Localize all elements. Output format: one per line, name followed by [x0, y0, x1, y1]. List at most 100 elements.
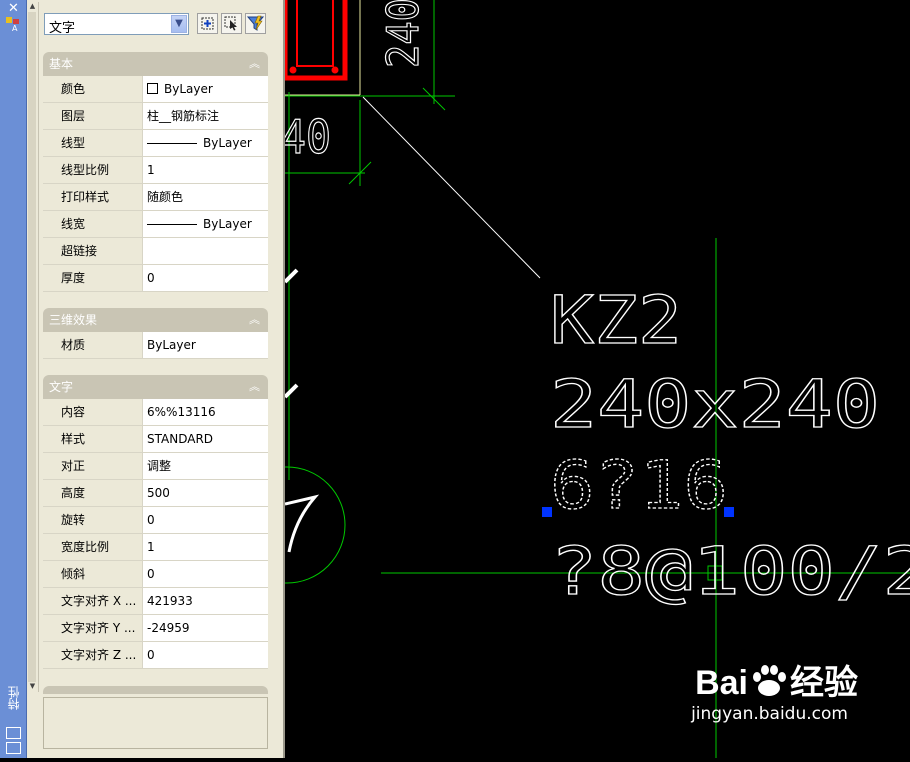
grip-handle[interactable]	[724, 507, 734, 517]
palette-menu-icon[interactable]	[6, 742, 21, 754]
property-row-text-alignment-x[interactable]: 文字对齐 X ... 421933	[43, 588, 268, 615]
baidu-jingyan-watermark: Bai 经验 jingyan.baidu.com	[691, 655, 858, 724]
properties-icon[interactable]: A	[5, 16, 21, 32]
palette-title-strip[interactable]: ✕ A 特性	[0, 0, 27, 758]
property-row-thickness[interactable]: 厚度 0	[43, 265, 268, 292]
property-name: 内容	[57, 399, 143, 425]
property-name: 线型比例	[57, 157, 143, 183]
section-title: 文字	[49, 380, 74, 394]
section-text: 文字 ︽ 内容 6%%13116 样式 STANDARD 对正 调整 高度 50…	[43, 375, 268, 669]
property-row-linetype[interactable]: 线型 ByLayer	[43, 130, 268, 157]
property-row-hyperlink[interactable]: 超链接	[43, 238, 268, 265]
palette-scrollbar[interactable]: ▲ ▼	[27, 2, 39, 692]
property-value[interactable]: 0	[143, 642, 268, 668]
auto-hide-icon[interactable]	[6, 727, 21, 739]
section-title: 基本	[49, 57, 74, 71]
color-swatch-icon	[147, 83, 158, 94]
property-name: 厚度	[57, 265, 143, 291]
section-title: 三维效果	[49, 313, 98, 327]
property-value[interactable]	[143, 238, 268, 264]
property-name: 对正	[57, 453, 143, 479]
property-name: 材质	[57, 332, 143, 358]
property-value[interactable]: 500	[143, 480, 268, 506]
cad-drawing: 240 40 KZ2 240x240 6?16 ?8@100/2	[228, 0, 910, 758]
property-value[interactable]: ByLayer	[143, 76, 268, 102]
dim-text-top: 240	[378, 0, 429, 68]
scrollbar-thumb[interactable]	[28, 12, 36, 682]
property-description-box	[43, 697, 268, 749]
property-value[interactable]: 随颜色	[143, 184, 268, 210]
quick-select-icon	[246, 15, 265, 31]
property-row-plot-style[interactable]: 打印样式 随颜色	[43, 184, 268, 211]
collapse-icon[interactable]: ︽	[249, 308, 260, 332]
property-value[interactable]: 0	[143, 265, 268, 291]
property-row-linetype-scale[interactable]: 线型比例 1	[43, 157, 268, 184]
property-name: 样式	[57, 426, 143, 452]
section-header-text[interactable]: 文字 ︽	[43, 375, 268, 399]
dim-text-left: 40	[285, 110, 331, 164]
property-value[interactable]: 调整	[143, 453, 268, 479]
property-value[interactable]: 1	[143, 534, 268, 560]
watermark-brand-right: 经验	[790, 664, 858, 702]
property-value[interactable]: ByLayer	[143, 332, 268, 358]
property-row-material[interactable]: 材质 ByLayer	[43, 332, 268, 359]
property-row-rotation[interactable]: 旋转 0	[43, 507, 268, 534]
properties-palette: ▲ ▼ 文字 ▼ 基本 ︽ 颜色 ByLayer 图层 柱__钢筋标注 线型 B…	[27, 0, 285, 758]
property-row-text-alignment-y[interactable]: 文字对齐 Y ... -24959	[43, 615, 268, 642]
property-name: 图层	[57, 103, 143, 129]
chevron-down-icon[interactable]: ▼	[171, 15, 187, 33]
leader-line	[362, 96, 541, 279]
property-value[interactable]: ByLayer	[143, 130, 268, 156]
label-column-id: KZ2	[550, 282, 682, 359]
property-value[interactable]: 6%%13116	[143, 399, 268, 425]
property-row-text-alignment-z[interactable]: 文字对齐 Z ... 0	[43, 642, 268, 669]
property-name: 打印样式	[57, 184, 143, 210]
section-header-collapsed[interactable]	[43, 686, 268, 694]
svg-text:A: A	[12, 24, 18, 32]
property-value[interactable]: 1	[143, 157, 268, 183]
label-section-size: 240x240	[550, 366, 880, 443]
property-value[interactable]: 0	[143, 507, 268, 533]
property-name: 旋转	[57, 507, 143, 533]
section-general: 基本 ︽ 颜色 ByLayer 图层 柱__钢筋标注 线型 ByLayer 线型…	[43, 52, 268, 292]
collapse-icon[interactable]: ︽	[249, 52, 260, 76]
object-type-select[interactable]: 文字 ▼	[44, 13, 189, 36]
property-row-obliquing[interactable]: 倾斜 0	[43, 561, 268, 588]
label-stirrup: ?8@100/2	[550, 533, 910, 610]
collapse-icon[interactable]: ︽	[249, 375, 260, 399]
property-row-width-factor[interactable]: 宽度比例 1	[43, 534, 268, 561]
section-header-general[interactable]: 基本 ︽	[43, 52, 268, 76]
property-name: 超链接	[57, 238, 143, 264]
property-name: 线型	[57, 130, 143, 156]
property-row-justify[interactable]: 对正 调整	[43, 453, 268, 480]
property-name: 文字对齐 X ...	[57, 588, 143, 614]
grip-handle[interactable]	[542, 507, 552, 517]
property-value[interactable]: ByLayer	[143, 211, 268, 237]
property-row-layer[interactable]: 图层 柱__钢筋标注	[43, 103, 268, 130]
property-value[interactable]: 421933	[143, 588, 268, 614]
property-value[interactable]: STANDARD	[143, 426, 268, 452]
close-icon[interactable]: ✕	[8, 1, 19, 16]
scroll-down-icon[interactable]: ▼	[28, 682, 37, 691]
drawing-canvas[interactable]: 240 40 KZ2 240x240 6?16 ?8@100/2 Bai 经验 …	[228, 0, 910, 758]
scroll-up-icon[interactable]: ▲	[28, 2, 37, 11]
quick-select-button[interactable]	[245, 13, 266, 34]
property-row-contents[interactable]: 内容 6%%13116	[43, 399, 268, 426]
property-row-height[interactable]: 高度 500	[43, 480, 268, 507]
property-value[interactable]: 柱__钢筋标注	[143, 103, 268, 129]
property-name: 文字对齐 Z ...	[57, 642, 143, 668]
section-header-3d[interactable]: 三维效果 ︽	[43, 308, 268, 332]
pickadd-toggle-button[interactable]	[197, 13, 218, 34]
property-name: 线宽	[57, 211, 143, 237]
linetype-sample-icon	[147, 143, 197, 144]
property-name: 颜色	[57, 76, 143, 102]
object-type-value: 文字	[49, 21, 76, 36]
property-row-color[interactable]: 颜色 ByLayer	[43, 76, 268, 103]
property-value[interactable]: 0	[143, 561, 268, 587]
property-name: 宽度比例	[57, 534, 143, 560]
property-row-style[interactable]: 样式 STANDARD	[43, 426, 268, 453]
watermark-url: jingyan.baidu.com	[691, 704, 848, 724]
select-objects-button[interactable]	[221, 13, 242, 34]
property-row-lineweight[interactable]: 线宽 ByLayer	[43, 211, 268, 238]
property-value[interactable]: -24959	[143, 615, 268, 641]
